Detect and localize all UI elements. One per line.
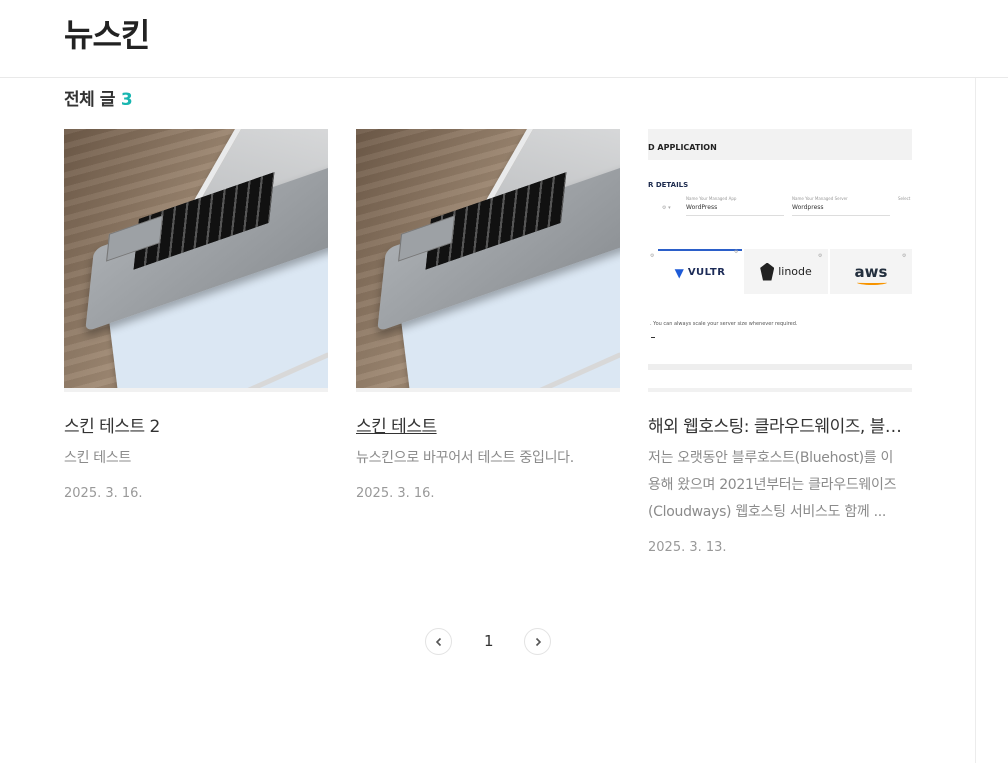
section-title: 전체 글3: [64, 85, 133, 110]
post-card[interactable]: D APPLICATION R DETAILS ⚙ ▾ Name Your Ma…: [648, 129, 912, 555]
post-title[interactable]: 스킨 테스트: [356, 412, 620, 437]
thumb-server-value: Wordpress: [792, 204, 824, 211]
site-logo[interactable]: 뉴스킨: [64, 10, 150, 56]
post-excerpt-line: 저는 오랫동안 블루호스트(Bluehost)를 이: [648, 450, 894, 466]
thumb-app-label: Name Your Managed App: [686, 196, 737, 201]
chevron-right-icon: [535, 637, 541, 646]
post-excerpt-line: (Cloudways) 웹호스팅 서비스도 함께 ...: [648, 504, 887, 520]
post-date: 2025. 3. 16.: [356, 486, 435, 501]
post-date: 2025. 3. 16.: [64, 486, 143, 501]
sidebar-divider: [975, 78, 976, 763]
thumb-details-heading: R DETAILS: [648, 181, 689, 189]
pagination: 1: [0, 628, 976, 656]
post-title[interactable]: 해외 웹호스팅: 클라우드웨이즈, 블루호스트: [648, 412, 912, 437]
thumb-footer-bar: [648, 364, 912, 370]
gear-icon: ⚙: [818, 253, 823, 259]
gear-icon: ⚙: [650, 253, 655, 259]
thumb-select-label: Select: [898, 196, 911, 201]
vultr-logo-icon: ▼: [674, 265, 684, 280]
chevron-left-icon: [435, 637, 441, 646]
thumb-field-underline: [792, 215, 890, 216]
post-excerpt: 스킨 테스트: [64, 450, 132, 466]
post-card[interactable]: 스킨 테스트 2 스킨 테스트 2025. 3. 16.: [64, 129, 328, 501]
post-thumbnail[interactable]: D APPLICATION R DETAILS ⚙ ▾ Name Your Ma…: [648, 129, 912, 392]
post-count: 3: [120, 90, 133, 110]
linode-logo-icon: [760, 262, 775, 281]
gear-icon: ⚙: [902, 253, 907, 259]
thumb-note: . You can always scale your server size …: [650, 321, 798, 327]
post-card[interactable]: 스킨 테스트 뉴스킨으로 바꾸어서 테스트 중입니다. 2025. 3. 16.: [356, 129, 620, 501]
post-excerpt: 저는 오랫동안 블루호스트(Bluehost)를 이 용해 왔으며 2021년부…: [648, 445, 912, 526]
post-date: 2025. 3. 13.: [648, 540, 727, 555]
gear-icon: ⚙ ▾: [662, 205, 671, 211]
thumb-app-value: WordPress: [686, 204, 718, 211]
thumb-header-text: D APPLICATION: [648, 143, 717, 152]
next-page-button[interactable]: [524, 628, 551, 655]
thumb-provider-linode: linode: [744, 249, 828, 294]
section-title-label: 전체 글: [64, 90, 115, 110]
site-header: 뉴스킨: [0, 0, 1008, 78]
gear-icon: ⚙: [734, 249, 739, 255]
thumb-provider-aws: aws: [830, 249, 912, 294]
thumb-dash: [651, 337, 655, 338]
thumb-server-label: Name Your Managed Server: [792, 196, 848, 201]
post-thumbnail[interactable]: [64, 129, 328, 392]
prev-page-button[interactable]: [425, 628, 452, 655]
post-thumbnail[interactable]: [356, 129, 620, 392]
thumb-provider-vultr: ▼ VULTR: [658, 249, 742, 294]
page-number-current[interactable]: 1: [484, 632, 494, 650]
thumb-field-underline: [686, 215, 784, 216]
post-excerpt: 뉴스킨으로 바꾸어서 테스트 중입니다.: [356, 450, 574, 466]
post-title[interactable]: 스킨 테스트 2: [64, 412, 328, 437]
post-excerpt-line: 용해 왔으며 2021년부터는 클라우드웨이즈: [648, 477, 897, 493]
